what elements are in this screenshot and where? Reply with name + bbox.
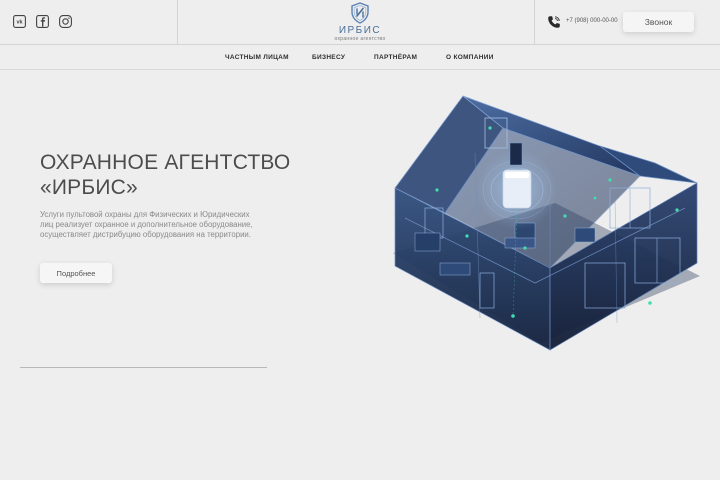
more-button[interactable]: Подробнее bbox=[40, 263, 112, 283]
nav-item-about[interactable]: О КОМПАНИИ bbox=[446, 54, 494, 61]
nav-item-partners[interactable]: ПАРТНЁРАМ bbox=[374, 54, 417, 61]
logo[interactable]: ИРБИС охранное агентство bbox=[322, 2, 398, 42]
hero-title-line2: «ИРБИС» bbox=[40, 176, 138, 199]
logo-title: ИРБИС bbox=[338, 25, 382, 36]
header-divider bbox=[177, 0, 178, 45]
facebook-icon[interactable] bbox=[36, 15, 49, 28]
social-links: vk bbox=[13, 15, 72, 28]
house-illustration bbox=[393, 95, 700, 351]
nav-item-business[interactable]: БИЗНЕСУ bbox=[312, 54, 345, 61]
shield-icon bbox=[351, 2, 369, 24]
hero-divider bbox=[20, 367, 267, 368]
instagram-icon[interactable] bbox=[59, 15, 72, 28]
logo-subtitle: охранное агентство bbox=[334, 36, 386, 42]
call-button[interactable]: Звонок bbox=[623, 12, 694, 32]
nav-item-private[interactable]: ЧАСТНЫМ ЛИЦАМ bbox=[225, 54, 289, 61]
hero-description: Услуги пультовой охраны для Физических и… bbox=[40, 210, 253, 239]
svg-text:vk: vk bbox=[16, 20, 23, 26]
hero-title: ОХРАННОЕ АГЕНТСТВО «ИРБИС» bbox=[40, 150, 340, 200]
hero-title-line1: ОХРАННОЕ АГЕНТСТВО bbox=[40, 151, 291, 174]
header: vk ИРБИС охранное агентство +7 (908) 000… bbox=[0, 0, 720, 45]
header-divider bbox=[534, 0, 535, 45]
main-nav: ЧАСТНЫМ ЛИЦАМ БИЗНЕСУ ПАРТНЁРАМ О КОМПАН… bbox=[0, 46, 720, 70]
phone-number[interactable]: +7 (908) 000-00-00 bbox=[566, 18, 618, 24]
phone-icon[interactable] bbox=[547, 15, 561, 29]
vk-icon[interactable]: vk bbox=[13, 15, 26, 28]
